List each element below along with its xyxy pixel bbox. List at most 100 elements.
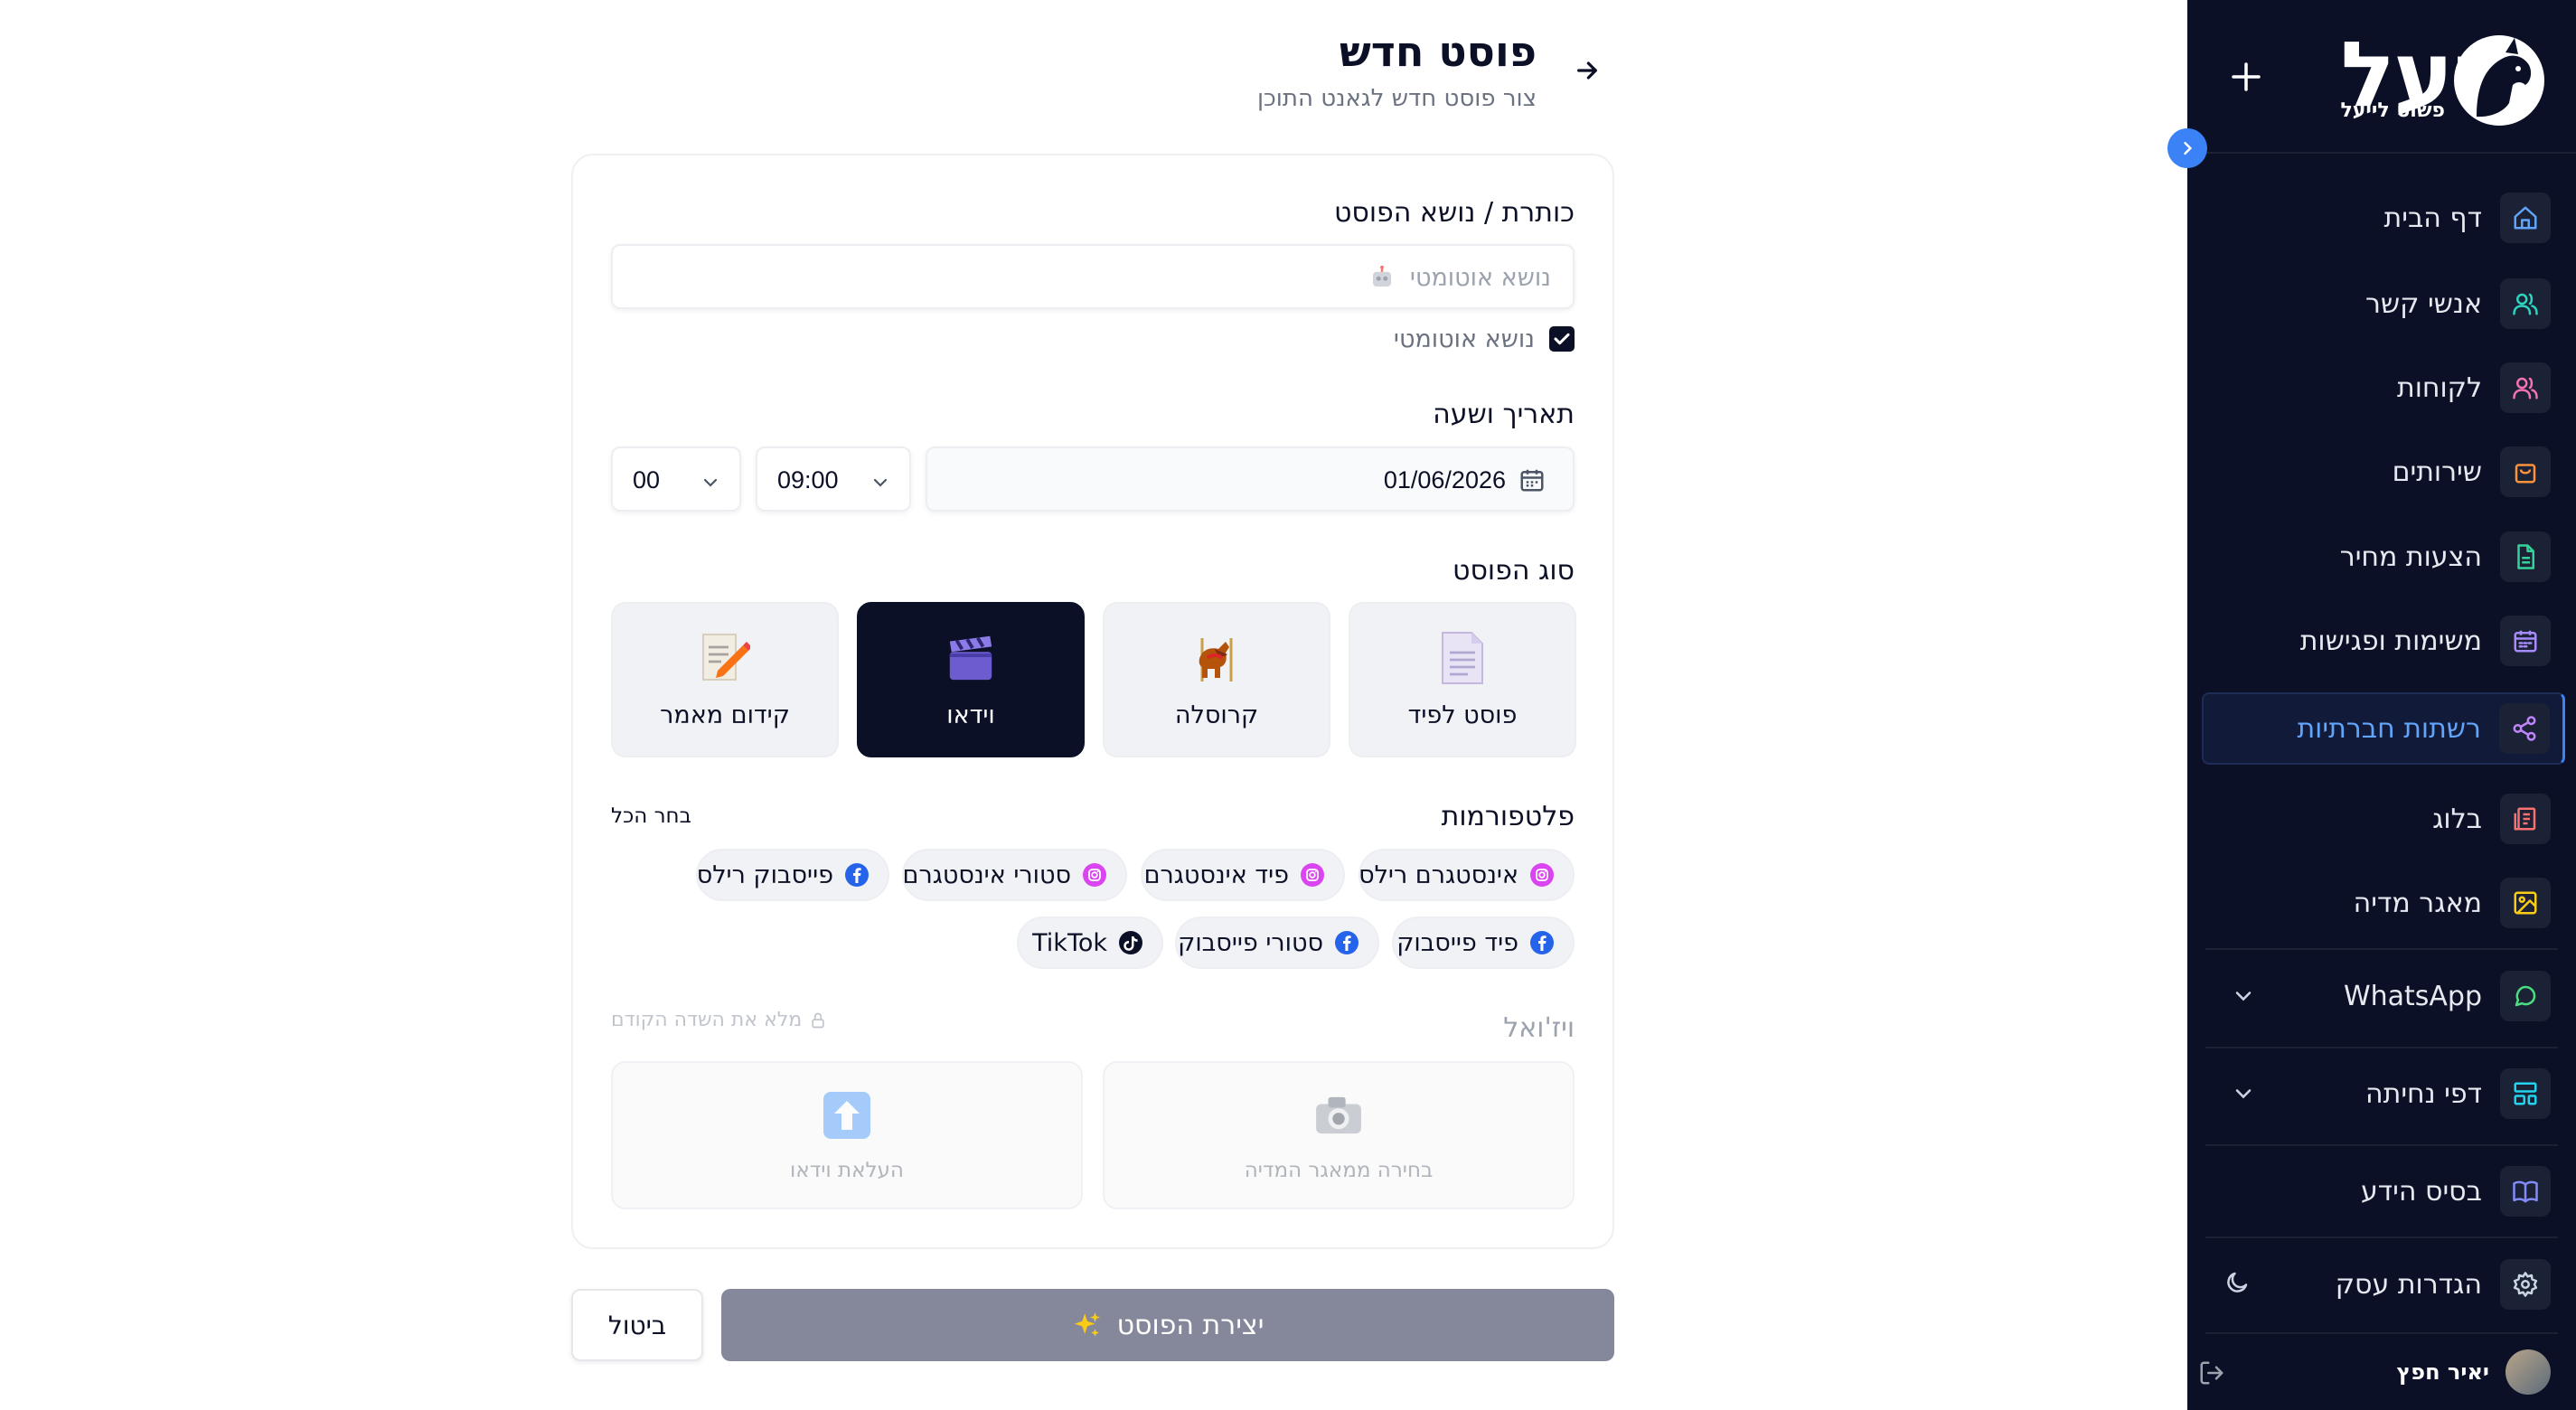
moon-icon[interactable] [2223,1269,2251,1296]
sidebar-item-label: בסיס הידע [2361,1175,2482,1208]
customers-icon [2500,362,2551,413]
platform-chip-label: פיד פייסבוק [1396,928,1518,957]
post-type-label: פוסט לפיד [1407,701,1518,729]
user-name: יאיר חפץ [2396,1359,2489,1385]
post-type-feed[interactable]: פוסט לפיד [1349,602,1576,757]
auto-topic-label: נושא אוטומטי [1393,325,1535,353]
sidebar-item-label: דף הבית [2383,202,2482,234]
sidebar-item-knowledge-base[interactable]: בסיס הידע [2213,1155,2551,1227]
create-post-label: יצירת הפוסט [1116,1309,1264,1341]
platform-chip-label: פיד אינסטגרם [1143,860,1289,889]
datetime-label: תאריך ושעה [1433,399,1575,430]
page-subtitle: צור פוסט חדש לגאנט התוכן [1256,85,1537,112]
visual-label: ויז'ואל [1503,1012,1575,1044]
instagram-icon [1530,863,1554,887]
whatsapp-icon [2500,971,2551,1021]
logo[interactable]: יעל פשוט לייעל [2332,25,2549,126]
platform-chip-facebook-story[interactable]: סטורי פייסבוק [1175,916,1379,969]
sidebar-divider [2205,1332,2558,1334]
sidebar-item-label: הגדרות עסק [2335,1268,2482,1301]
sidebar-item-social[interactable]: רשתות חברתיות [2202,692,2565,765]
topic-input[interactable]: נושא אוטומטי [611,244,1575,309]
image-icon [2500,878,2551,928]
post-type-carousel[interactable]: קרוסלה [1103,602,1330,757]
sidebar-item-whatsapp[interactable]: WhatsApp [2213,960,2551,1032]
sidebar-item-customers[interactable]: לקוחות [2213,352,2551,424]
gear-icon [2500,1259,2551,1310]
chevron-right-icon [2184,141,2193,155]
post-type-video[interactable]: וידאו [857,602,1085,757]
document-icon [2500,531,2551,582]
sidebar-collapse-button[interactable] [2167,128,2207,168]
time-select[interactable]: 09:00 [756,446,911,512]
sidebar-item-label: שירותים [2392,456,2482,488]
platform-chip-tiktok[interactable]: TikTok [1017,916,1163,969]
logout-icon[interactable] [2198,1359,2225,1386]
tiktok-icon [1119,931,1142,954]
sidebar-item-landing-pages[interactable]: דפי נחיתה [2213,1058,2551,1130]
calendar-icon [1520,469,1544,492]
logo-tagline: פשוט לייעל [2340,99,2445,122]
platforms-label: פלטפורמות [1441,801,1575,832]
minutes-select[interactable]: 00 [611,446,741,512]
fill-previous-hint: מלא את השדה הקודם [611,1009,827,1031]
cancel-button[interactable]: ביטול [571,1289,703,1361]
home-icon [2500,193,2551,243]
post-type-label: קידום מאמר [660,701,790,729]
plus-icon [2232,62,2261,91]
upload-video-label: העלאת וידאו [790,1159,904,1182]
upload-arrow-icon [823,1092,870,1139]
platform-chip-facebook-feed[interactable]: פיד פייסבוק [1392,916,1575,969]
check-icon [1554,333,1570,345]
auto-topic-checkbox[interactable] [1549,326,1575,352]
sidebar-item-services[interactable]: שירותים [2213,436,2551,508]
add-button[interactable] [2223,54,2269,99]
select-all-button[interactable]: בחר הכל [611,804,691,828]
avatar [2505,1349,2551,1395]
fill-previous-text: מלא את השדה הקודם [611,1009,803,1031]
share-icon [2499,703,2550,754]
platform-chip-facebook-reels[interactable]: פייסבוק רילס [696,849,889,901]
media-library-option: בחירה ממאגר המדיה [1103,1061,1575,1209]
upload-video-option: העלאת וידאו [611,1061,1083,1209]
sidebar-item-quotes[interactable]: הצעות מחיר [2213,521,2551,593]
chevron-down-icon [2235,1089,2252,1099]
chevron-down-icon [703,478,718,487]
platform-chip-label: פייסבוק רילס [696,860,833,889]
sidebar-item-business-settings[interactable]: הגדרות עסק [2213,1248,2551,1321]
sidebar-divider [2205,1047,2558,1048]
date-input[interactable]: 01/06/2026 [926,446,1575,512]
time-value: 09:00 [777,466,839,494]
sidebar-item-label: WhatsApp [2343,980,2482,1012]
sidebar-item-label: דפי נחיתה [2365,1077,2482,1110]
post-type-label: קרוסלה [1174,701,1259,729]
layout-icon [2500,1068,2551,1119]
back-arrow-icon[interactable] [1573,56,1602,85]
sidebar: יעל פשוט לייעל דף הבית אנשי קשר לקוחות ש… [2187,0,2576,1410]
topic-placeholder: נושא אוטומטי [1409,264,1551,292]
sidebar-item-label: אנשי קשר [2364,287,2482,320]
sidebar-item-home[interactable]: דף הבית [2213,182,2551,254]
platform-chip-label: סטורי פייסבוק [1178,928,1323,957]
chevron-down-icon [2235,992,2252,1001]
user-profile[interactable]: יאיר חפץ [2198,1345,2551,1399]
sidebar-divider [2187,152,2576,154]
platform-chip-label: סטורי אינסטגרם [902,860,1071,889]
media-library-label: בחירה ממאגר המדיה [1244,1159,1434,1182]
sidebar-item-media[interactable]: מאגר מדיה [2213,867,2551,939]
sidebar-item-label: הצעות מחיר [2339,540,2482,573]
lock-icon [812,1012,824,1028]
sidebar-item-tasks[interactable]: משימות ופגישות [2213,605,2551,677]
calendar-icon [2500,616,2551,666]
sidebar-divider [2205,948,2558,950]
platform-chip-instagram-feed[interactable]: פיד אינסטגרם [1141,849,1345,901]
platform-chip-instagram-reels[interactable]: אינסטגרם רילס [1359,849,1575,901]
blog-icon [2500,794,2551,844]
sidebar-item-label: לקוחות [2397,371,2482,404]
create-post-button[interactable]: יצירת הפוסט [721,1289,1614,1361]
topic-label: כותרת / נושא הפוסט [1333,197,1575,229]
platform-chip-instagram-story[interactable]: סטורי אינסטגרם [902,849,1127,901]
sidebar-item-blog[interactable]: בלוג [2213,783,2551,855]
post-type-article[interactable]: קידום מאמר [611,602,839,757]
sidebar-item-contacts[interactable]: אנשי קשר [2213,268,2551,340]
